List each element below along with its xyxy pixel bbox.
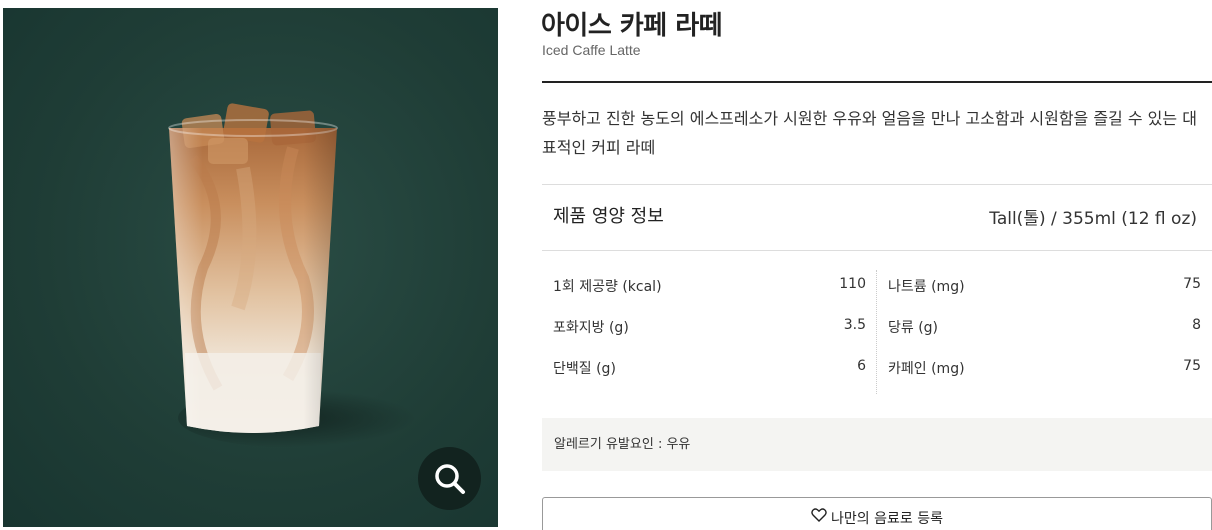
title-divider (542, 81, 1212, 83)
nutrition-label: 카페인 (mg) (888, 361, 965, 377)
search-icon (434, 463, 465, 494)
nutrition-value: 6 (857, 358, 866, 374)
nutrition-label: 나트륨 (mg) (888, 279, 965, 295)
nutrition-label: 당류 (g) (888, 320, 939, 336)
product-subtitle: Iced Caffe Latte (542, 42, 641, 58)
divider (542, 250, 1212, 251)
nutrition-heading: 제품 영양 정보 (553, 206, 664, 227)
nutrition-label: 단백질 (g) (553, 361, 616, 377)
nutrition-value: 75 (1183, 358, 1201, 374)
allergy-info: 알레르기 유발요인 : 우유 (542, 418, 1212, 471)
nutrition-label: 포화지방 (g) (553, 320, 629, 336)
product-image-panel (3, 8, 498, 527)
heart-icon (811, 508, 827, 530)
nutrition-value: 110 (839, 276, 866, 292)
nutrition-value: 75 (1183, 276, 1201, 292)
product-title: 아이스 카페 라떼 (541, 11, 723, 41)
nutrition-value: 8 (1192, 317, 1201, 333)
zoom-button[interactable] (418, 447, 481, 510)
add-favorite-button[interactable]: 나만의 음료로 등록 (542, 497, 1212, 530)
divider (542, 184, 1212, 185)
nutrition-value: 3.5 (843, 317, 866, 333)
product-description: 풍부하고 진한 농도의 에스프레소가 시원한 우유와 얼음을 만나 고소함과 시… (542, 109, 1197, 157)
favorite-label: 나만의 음료로 등록 (831, 511, 943, 527)
column-divider (876, 270, 877, 394)
nutrition-label: 1회 제공량 (kcal) (553, 279, 662, 295)
iced-latte-image (168, 103, 338, 433)
serving-size: Tall(톨) / 355ml (12 fl oz) (989, 209, 1197, 229)
